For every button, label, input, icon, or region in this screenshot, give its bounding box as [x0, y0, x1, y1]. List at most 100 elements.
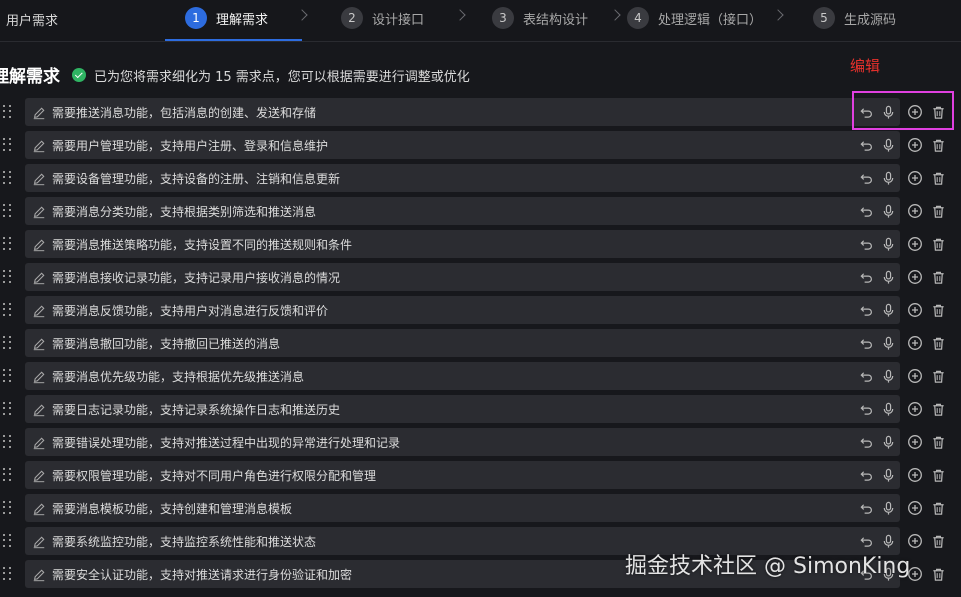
microphone-icon[interactable] — [881, 204, 896, 219]
delete-trash-icon[interactable] — [931, 105, 946, 120]
requirement-item[interactable]: 需要日志记录功能，支持记录系统操作日志和推送历史 — [25, 395, 900, 423]
delete-trash-icon[interactable] — [931, 468, 946, 483]
requirement-text[interactable]: 需要消息分类功能，支持根据类别筛选和推送消息 — [52, 203, 316, 220]
drag-handle-icon[interactable] — [3, 369, 12, 383]
requirement-text[interactable]: 需要推送消息功能，包括消息的创建、发送和存储 — [52, 104, 316, 121]
requirement-item[interactable]: 需要设备管理功能，支持设备的注册、注销和信息更新 — [25, 164, 900, 192]
requirement-text[interactable]: 需要安全认证功能，支持对推送请求进行身份验证和加密 — [52, 566, 352, 583]
edit-pencil-icon[interactable] — [32, 205, 46, 219]
requirement-item[interactable]: 需要消息模板功能，支持创建和管理消息模板 — [25, 494, 900, 522]
microphone-icon[interactable] — [881, 369, 896, 384]
add-circle-icon[interactable] — [907, 533, 923, 549]
drag-handle-icon[interactable] — [3, 501, 12, 515]
microphone-icon[interactable] — [881, 402, 896, 417]
microphone-icon[interactable] — [881, 270, 896, 285]
microphone-icon[interactable] — [881, 138, 896, 153]
requirement-item[interactable]: 需要消息接收记录功能，支持记录用户接收消息的情况 — [25, 263, 900, 291]
edit-pencil-icon[interactable] — [32, 304, 46, 318]
delete-trash-icon[interactable] — [931, 435, 946, 450]
microphone-icon[interactable] — [881, 534, 896, 549]
requirement-text[interactable]: 需要用户管理功能，支持用户注册、登录和信息维护 — [52, 137, 328, 154]
drag-handle-icon[interactable] — [3, 336, 12, 350]
add-circle-icon[interactable] — [907, 170, 923, 186]
drag-handle-icon[interactable] — [3, 204, 12, 218]
drag-handle-icon[interactable] — [3, 105, 12, 119]
requirement-text[interactable]: 需要消息撤回功能，支持撤回已推送的消息 — [52, 335, 280, 352]
requirement-text[interactable]: 需要日志记录功能，支持记录系统操作日志和推送历史 — [52, 401, 340, 418]
drag-handle-icon[interactable] — [3, 402, 12, 416]
delete-trash-icon[interactable] — [931, 270, 946, 285]
step-4-logic[interactable]: 4 处理逻辑（接口） — [627, 7, 762, 29]
drag-handle-icon[interactable] — [3, 435, 12, 449]
drag-handle-icon[interactable] — [3, 303, 12, 317]
requirement-item[interactable]: 需要消息推送策略功能，支持设置不同的推送规则和条件 — [25, 230, 900, 258]
delete-trash-icon[interactable] — [931, 501, 946, 516]
drag-handle-icon[interactable] — [3, 534, 12, 548]
add-circle-icon[interactable] — [907, 368, 923, 384]
microphone-icon[interactable] — [881, 303, 896, 318]
delete-trash-icon[interactable] — [931, 369, 946, 384]
requirement-item[interactable]: 需要消息反馈功能，支持用户对消息进行反馈和评价 — [25, 296, 900, 324]
add-circle-icon[interactable] — [907, 302, 923, 318]
requirement-text[interactable]: 需要消息优先级功能，支持根据优先级推送消息 — [52, 368, 304, 385]
delete-trash-icon[interactable] — [931, 567, 946, 582]
delete-trash-icon[interactable] — [931, 336, 946, 351]
drag-handle-icon[interactable] — [3, 270, 12, 284]
step-2-design-api[interactable]: 2 设计接口 — [341, 7, 424, 29]
requirement-item[interactable]: 需要权限管理功能，支持对不同用户角色进行权限分配和管理 — [25, 461, 900, 489]
edit-pencil-icon[interactable] — [32, 568, 46, 582]
add-circle-icon[interactable] — [907, 467, 923, 483]
undo-icon[interactable] — [859, 270, 874, 285]
edit-pencil-icon[interactable] — [32, 502, 46, 516]
edit-pencil-icon[interactable] — [32, 436, 46, 450]
edit-pencil-icon[interactable] — [32, 337, 46, 351]
undo-icon[interactable] — [859, 468, 874, 483]
microphone-icon[interactable] — [881, 336, 896, 351]
edit-pencil-icon[interactable] — [32, 469, 46, 483]
delete-trash-icon[interactable] — [931, 303, 946, 318]
add-circle-icon[interactable] — [907, 236, 923, 252]
microphone-icon[interactable] — [881, 468, 896, 483]
add-circle-icon[interactable] — [907, 269, 923, 285]
step-1-understand[interactable]: 1 理解需求 — [185, 7, 268, 29]
requirement-item[interactable]: 需要错误处理功能，支持对推送过程中出现的异常进行处理和记录 — [25, 428, 900, 456]
requirement-item[interactable]: 需要消息优先级功能，支持根据优先级推送消息 — [25, 362, 900, 390]
undo-icon[interactable] — [859, 138, 874, 153]
undo-icon[interactable] — [859, 501, 874, 516]
requirement-text[interactable]: 需要错误处理功能，支持对推送过程中出现的异常进行处理和记录 — [52, 434, 400, 451]
drag-handle-icon[interactable] — [3, 138, 12, 152]
add-circle-icon[interactable] — [907, 335, 923, 351]
delete-trash-icon[interactable] — [931, 534, 946, 549]
delete-trash-icon[interactable] — [931, 237, 946, 252]
edit-pencil-icon[interactable] — [32, 139, 46, 153]
drag-handle-icon[interactable] — [3, 468, 12, 482]
edit-pencil-icon[interactable] — [32, 535, 46, 549]
undo-icon[interactable] — [859, 171, 874, 186]
undo-icon[interactable] — [859, 204, 874, 219]
drag-handle-icon[interactable] — [3, 171, 12, 185]
undo-icon[interactable] — [859, 369, 874, 384]
add-circle-icon[interactable] — [907, 203, 923, 219]
requirement-text[interactable]: 需要系统监控功能，支持监控系统性能和推送状态 — [52, 533, 316, 550]
delete-trash-icon[interactable] — [931, 204, 946, 219]
requirement-item[interactable]: 需要用户管理功能，支持用户注册、登录和信息维护 — [25, 131, 900, 159]
microphone-icon[interactable] — [881, 237, 896, 252]
add-circle-icon[interactable] — [907, 137, 923, 153]
delete-trash-icon[interactable] — [931, 171, 946, 186]
requirement-text[interactable]: 需要权限管理功能，支持对不同用户角色进行权限分配和管理 — [52, 467, 376, 484]
edit-pencil-icon[interactable] — [32, 403, 46, 417]
requirement-text[interactable]: 需要消息推送策略功能，支持设置不同的推送规则和条件 — [52, 236, 352, 253]
drag-handle-icon[interactable] — [3, 567, 12, 581]
microphone-icon[interactable] — [881, 171, 896, 186]
drag-handle-icon[interactable] — [3, 237, 12, 251]
step-5-generate-code[interactable]: 5 生成源码 — [813, 7, 896, 29]
edit-pencil-icon[interactable] — [32, 106, 46, 120]
requirement-text[interactable]: 需要设备管理功能，支持设备的注册、注销和信息更新 — [52, 170, 340, 187]
step-3-table-design[interactable]: 3 表结构设计 — [492, 7, 588, 29]
undo-icon[interactable] — [859, 336, 874, 351]
undo-icon[interactable] — [859, 534, 874, 549]
delete-trash-icon[interactable] — [931, 402, 946, 417]
requirement-text[interactable]: 需要消息接收记录功能，支持记录用户接收消息的情况 — [52, 269, 340, 286]
edit-pencil-icon[interactable] — [32, 370, 46, 384]
undo-icon[interactable] — [859, 303, 874, 318]
